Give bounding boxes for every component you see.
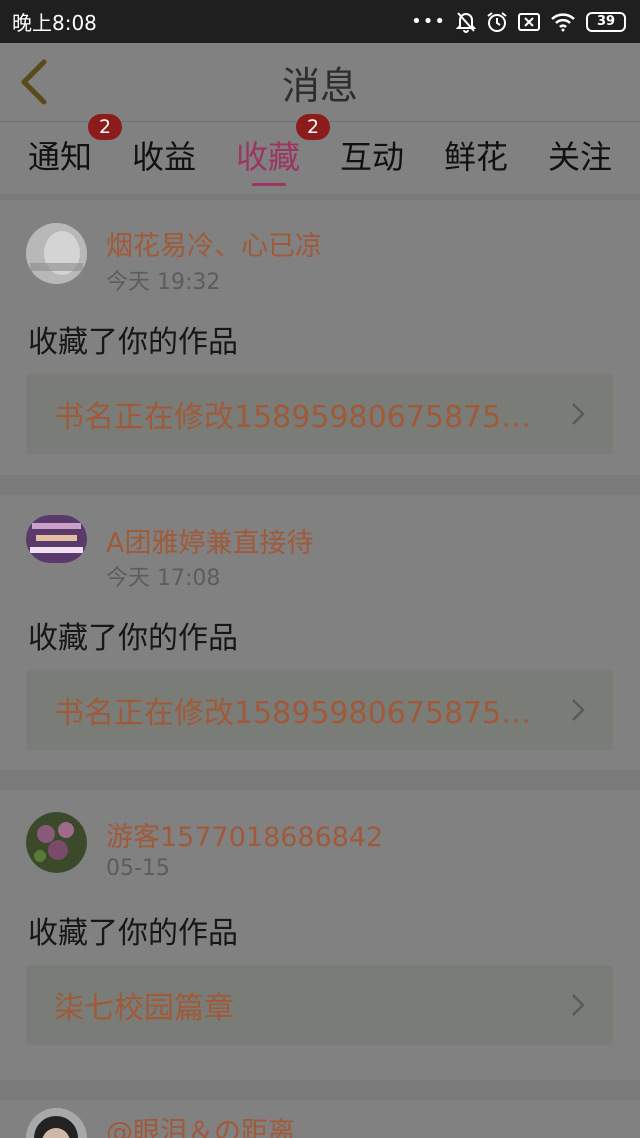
message-time: 05-15	[106, 856, 170, 881]
message-card: @眼泪＆の距离	[0, 1100, 640, 1138]
tab-bar: 通知 2 收益 收藏 2 互动 鲜花 关注	[0, 114, 640, 194]
chevron-right-icon	[572, 994, 585, 1016]
avatar-image	[26, 515, 87, 563]
work-title: 柒七校园篇章	[54, 991, 234, 1026]
avatar[interactable]	[26, 812, 87, 873]
username[interactable]: 烟花易冷、心已凉	[106, 224, 322, 263]
username[interactable]: A团雅婷兼直接待	[106, 521, 313, 560]
app-header: 消息	[0, 43, 640, 121]
work-title: 书名正在修改15895980675875…	[54, 696, 532, 731]
message-time: 今天 19:32	[106, 270, 221, 295]
work-link[interactable]: 书名正在修改15895980675875…	[26, 374, 613, 454]
card-separator	[0, 1080, 640, 1100]
sim-x-icon	[518, 12, 540, 31]
username[interactable]: @眼泪＆の距离	[106, 1110, 295, 1138]
tab-follow[interactable]: 关注	[528, 132, 632, 178]
status-time: 晚上8:08	[12, 11, 97, 35]
avatar-image	[26, 1108, 87, 1138]
wifi-icon	[551, 12, 575, 31]
avatar-image	[26, 223, 87, 284]
message-card: A团雅婷兼直接待 今天 17:08 收藏了你的作品 书名正在修改15895980…	[0, 495, 640, 770]
page-title: 消息	[281, 63, 358, 108]
avatar-image	[26, 812, 87, 873]
avatar[interactable]	[26, 1108, 87, 1138]
message-text: 收藏了你的作品	[28, 621, 238, 656]
chevron-left-icon[interactable]	[14, 57, 54, 107]
active-tab-indicator	[252, 183, 286, 186]
alarm-icon	[487, 11, 507, 32]
tab-earnings[interactable]: 收益	[112, 132, 216, 178]
status-bar: 晚上8:08 ••• 39	[0, 0, 640, 43]
messages-screen: 晚上8:08 ••• 39 消息 通知 2 收益 收藏 2 互动 鲜花 关注 烟…	[0, 0, 640, 1138]
tab-interaction[interactable]: 互动	[320, 132, 424, 178]
message-card: 游客1577018686842 05-15 收藏了你的作品 柒七校园篇章	[0, 790, 640, 1080]
avatar[interactable]	[26, 223, 87, 284]
work-title: 书名正在修改15895980675875…	[54, 400, 532, 435]
chevron-right-icon	[572, 699, 585, 721]
card-separator	[0, 475, 640, 495]
mute-bell-icon	[456, 11, 476, 33]
message-text: 收藏了你的作品	[28, 325, 238, 360]
work-link[interactable]: 书名正在修改15895980675875…	[26, 670, 613, 750]
chevron-right-icon	[572, 403, 585, 425]
message-text: 收藏了你的作品	[28, 916, 238, 951]
card-separator	[0, 770, 640, 790]
avatar[interactable]	[26, 515, 87, 563]
status-icons: ••• 39	[411, 11, 626, 33]
username[interactable]: 游客1577018686842	[106, 815, 383, 854]
tab-flowers[interactable]: 鲜花	[424, 132, 528, 178]
battery-indicator: 39	[586, 11, 626, 32]
more-dots-icon: •••	[411, 11, 446, 32]
message-card: 烟花易冷、心已凉 今天 19:32 收藏了你的作品 书名正在修改15895980…	[0, 200, 640, 475]
work-link[interactable]: 柒七校园篇章	[26, 965, 613, 1045]
message-time: 今天 17:08	[106, 566, 221, 591]
